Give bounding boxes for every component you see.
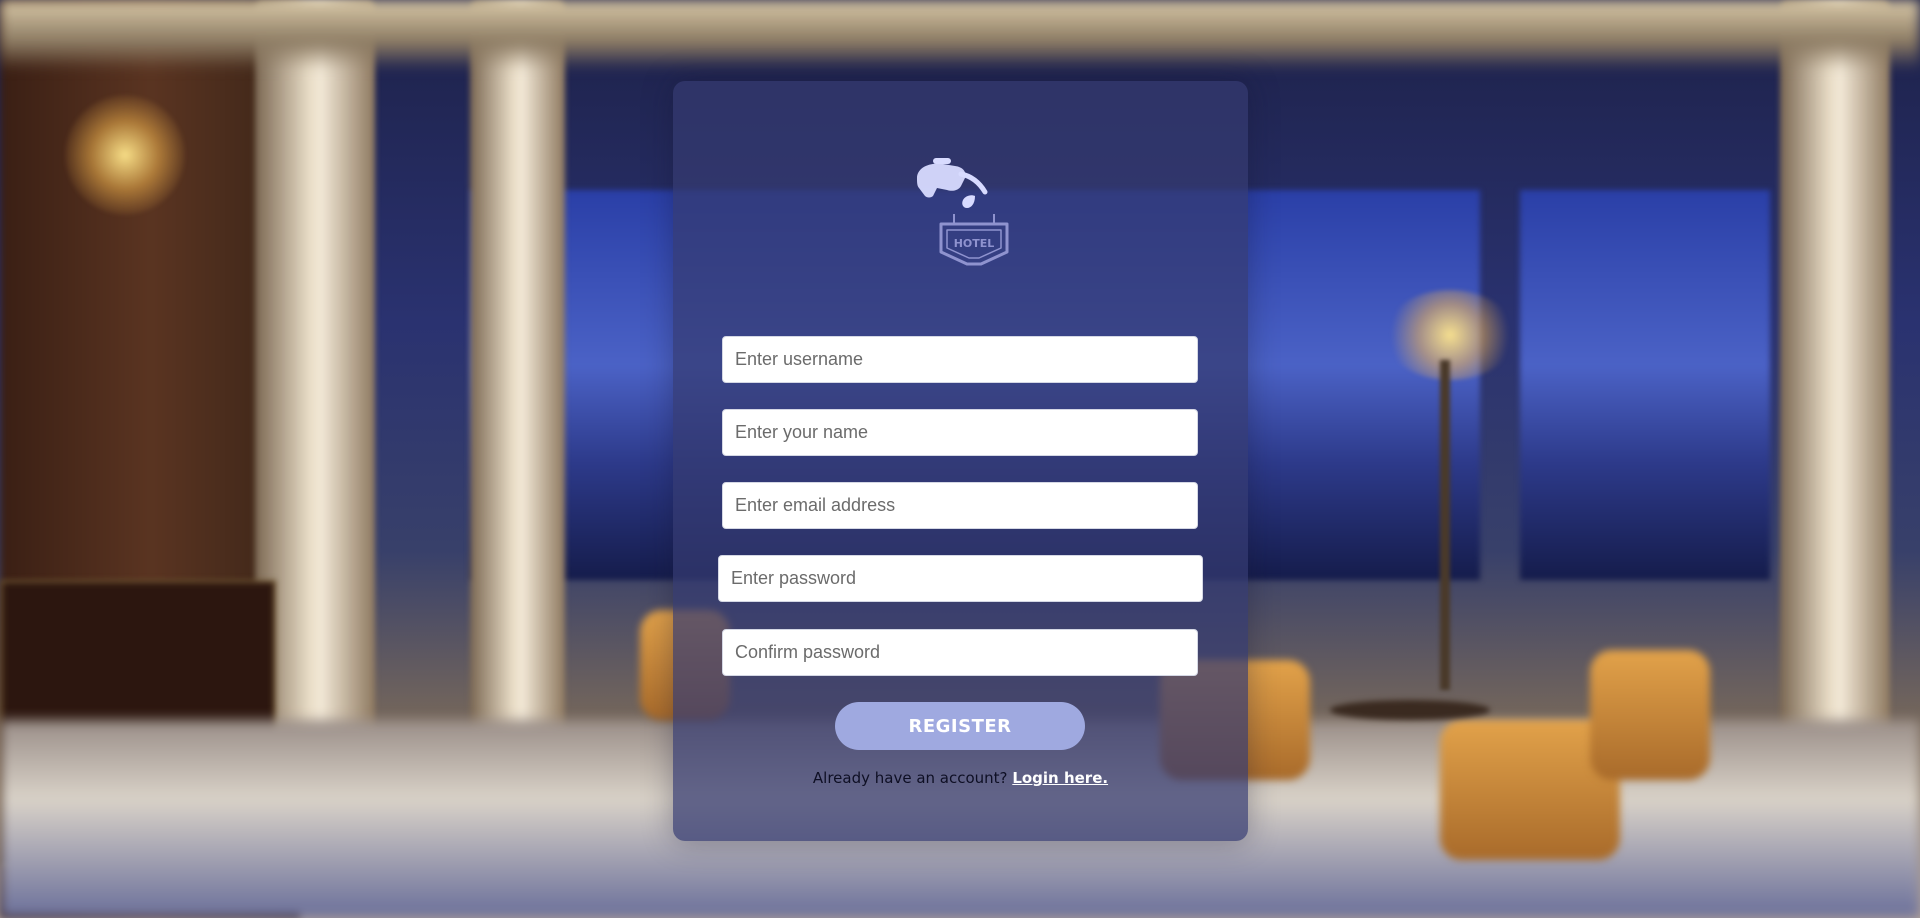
background-floor-lamp: [1385, 290, 1515, 380]
hotel-sign-text: HOTEL: [954, 237, 995, 250]
background-ceiling: [0, 0, 1920, 70]
background-lamp-pole: [1440, 360, 1450, 690]
register-button[interactable]: REGISTER: [835, 702, 1085, 750]
hotel-sign-icon: HOTEL: [917, 158, 1009, 266]
register-card: HOTEL REGISTER Already have an account? …: [673, 81, 1248, 841]
background-pillar: [470, 0, 565, 820]
background-pillar: [1780, 0, 1890, 820]
password-input[interactable]: [718, 555, 1203, 602]
login-link[interactable]: Login here.: [1012, 769, 1108, 787]
email-input[interactable]: [722, 482, 1198, 529]
name-input[interactable]: [722, 409, 1198, 456]
confirm-password-input[interactable]: [722, 629, 1198, 676]
background-window-right: [1520, 190, 1770, 580]
background-table: [1330, 700, 1490, 720]
username-input[interactable]: [722, 336, 1198, 383]
background-chair: [1590, 650, 1710, 780]
login-prompt-text: Already have an account?: [812, 769, 1008, 787]
background-wall-lamp: [65, 95, 185, 215]
login-prompt: Already have an account? Login here.: [673, 769, 1248, 787]
